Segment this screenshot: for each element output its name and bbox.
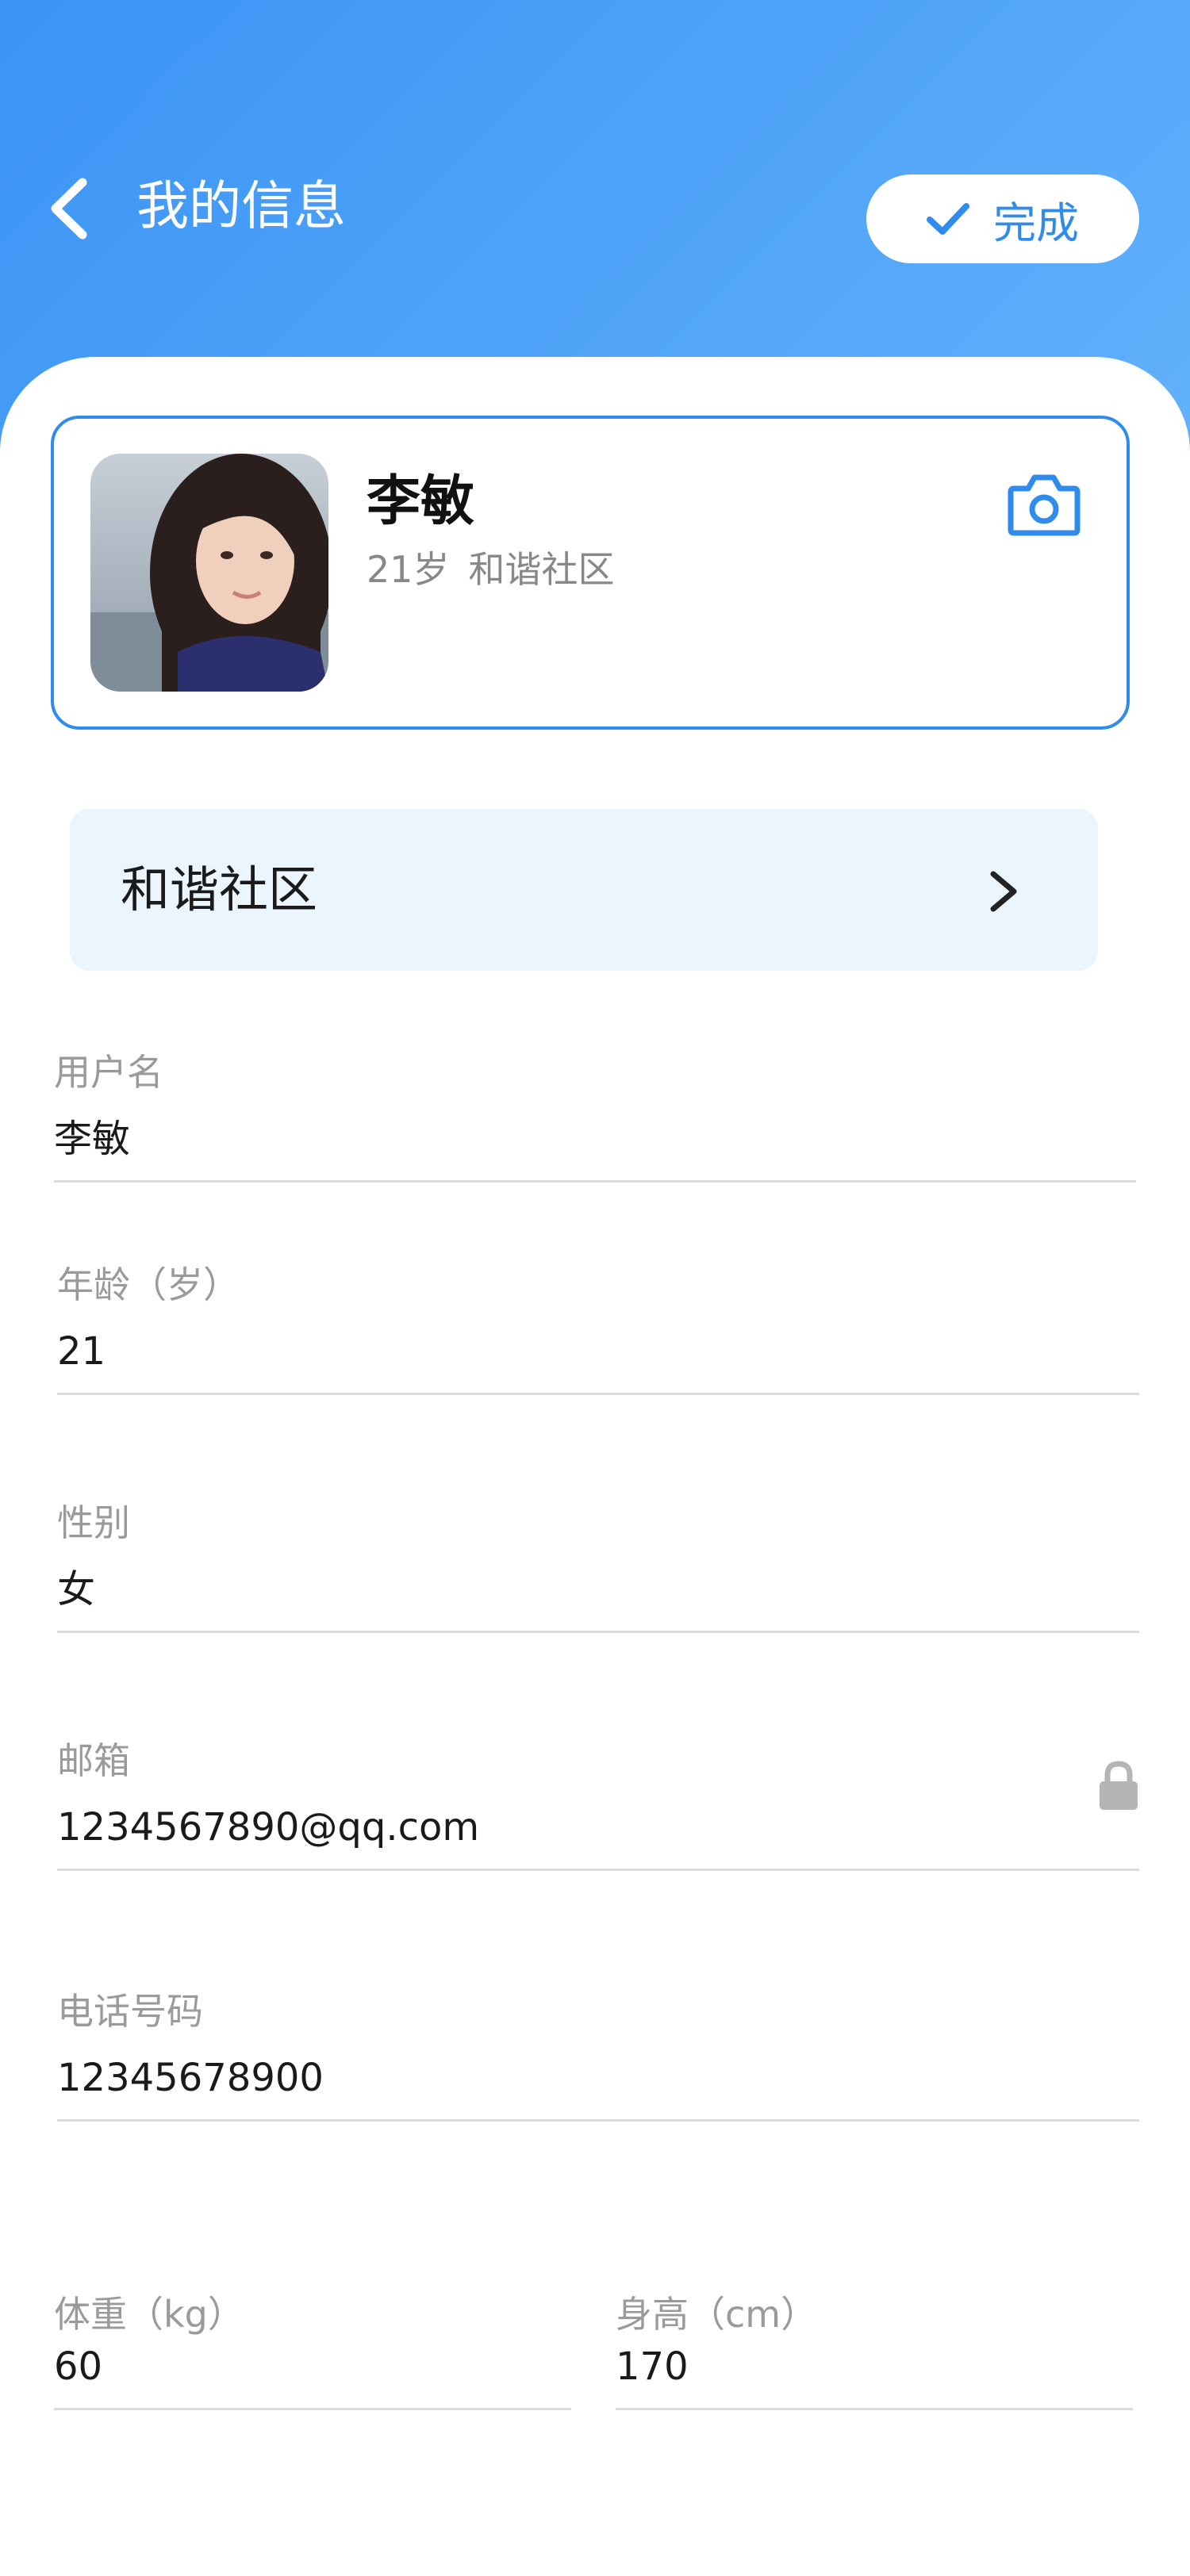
weight-label: 体重（kg） [54, 2293, 244, 2336]
community-selector[interactable]: 和谐社区 [70, 809, 1098, 971]
age-value[interactable]: 21 [57, 1326, 1139, 1377]
height-underline [616, 2408, 1133, 2410]
phone-field[interactable]: 电话号码 12345678900 [57, 1988, 1139, 2122]
gender-field[interactable]: 性别 女 [57, 1499, 1139, 1633]
email-label: 邮箱 [57, 1739, 130, 1782]
profile-community: 和谐社区 [468, 548, 615, 591]
phone-underline [57, 2119, 1139, 2122]
height-field[interactable]: 身高（cm） 170 [616, 2290, 1133, 2410]
gender-underline [57, 1631, 1139, 1633]
height-value[interactable]: 170 [616, 2341, 1133, 2392]
email-field: 邮箱 1234567890@qq.com [57, 1737, 1139, 1871]
profile-card: 李敏 21岁 和谐社区 [51, 416, 1130, 730]
profile-meta: 21岁 和谐社区 [367, 546, 615, 593]
done-button-label: 完成 [993, 197, 1079, 248]
email-value: 1234567890@qq.com [57, 1805, 480, 1850]
community-label: 和谐社区 [121, 861, 318, 918]
camera-icon [1008, 474, 1081, 536]
username-field[interactable]: 用户名 李敏 [54, 1048, 1136, 1183]
age-label: 年龄（岁） [57, 1263, 240, 1306]
email-underline [57, 1869, 1139, 1871]
chevron-right-icon [990, 871, 1017, 912]
lock-icon [1100, 1761, 1138, 1810]
username-value[interactable]: 李敏 [54, 1114, 1136, 1164]
profile-age: 21岁 [367, 548, 450, 591]
weight-value[interactable]: 60 [54, 2341, 571, 2392]
checkmark-icon [927, 203, 969, 235]
gender-label: 性别 [57, 1501, 130, 1544]
username-underline [54, 1180, 1136, 1183]
weight-field[interactable]: 体重（kg） 60 [54, 2290, 571, 2410]
age-underline [57, 1393, 1139, 1395]
chevron-left-icon [51, 178, 87, 240]
age-field[interactable]: 年龄（岁） 21 [57, 1261, 1139, 1395]
back-button[interactable] [44, 173, 100, 244]
weight-underline [54, 2408, 571, 2410]
profile-name: 李敏 [367, 470, 475, 533]
done-button[interactable]: 完成 [866, 174, 1139, 263]
camera-button[interactable] [1006, 471, 1082, 538]
phone-value[interactable]: 12345678900 [57, 2053, 1139, 2103]
gender-value[interactable]: 女 [57, 1564, 1139, 1615]
page-title: 我的信息 [136, 175, 346, 236]
username-label: 用户名 [54, 1051, 163, 1094]
avatar[interactable] [90, 454, 328, 692]
phone-label: 电话号码 [57, 1990, 203, 2033]
height-label: 身高（cm） [616, 2293, 818, 2336]
